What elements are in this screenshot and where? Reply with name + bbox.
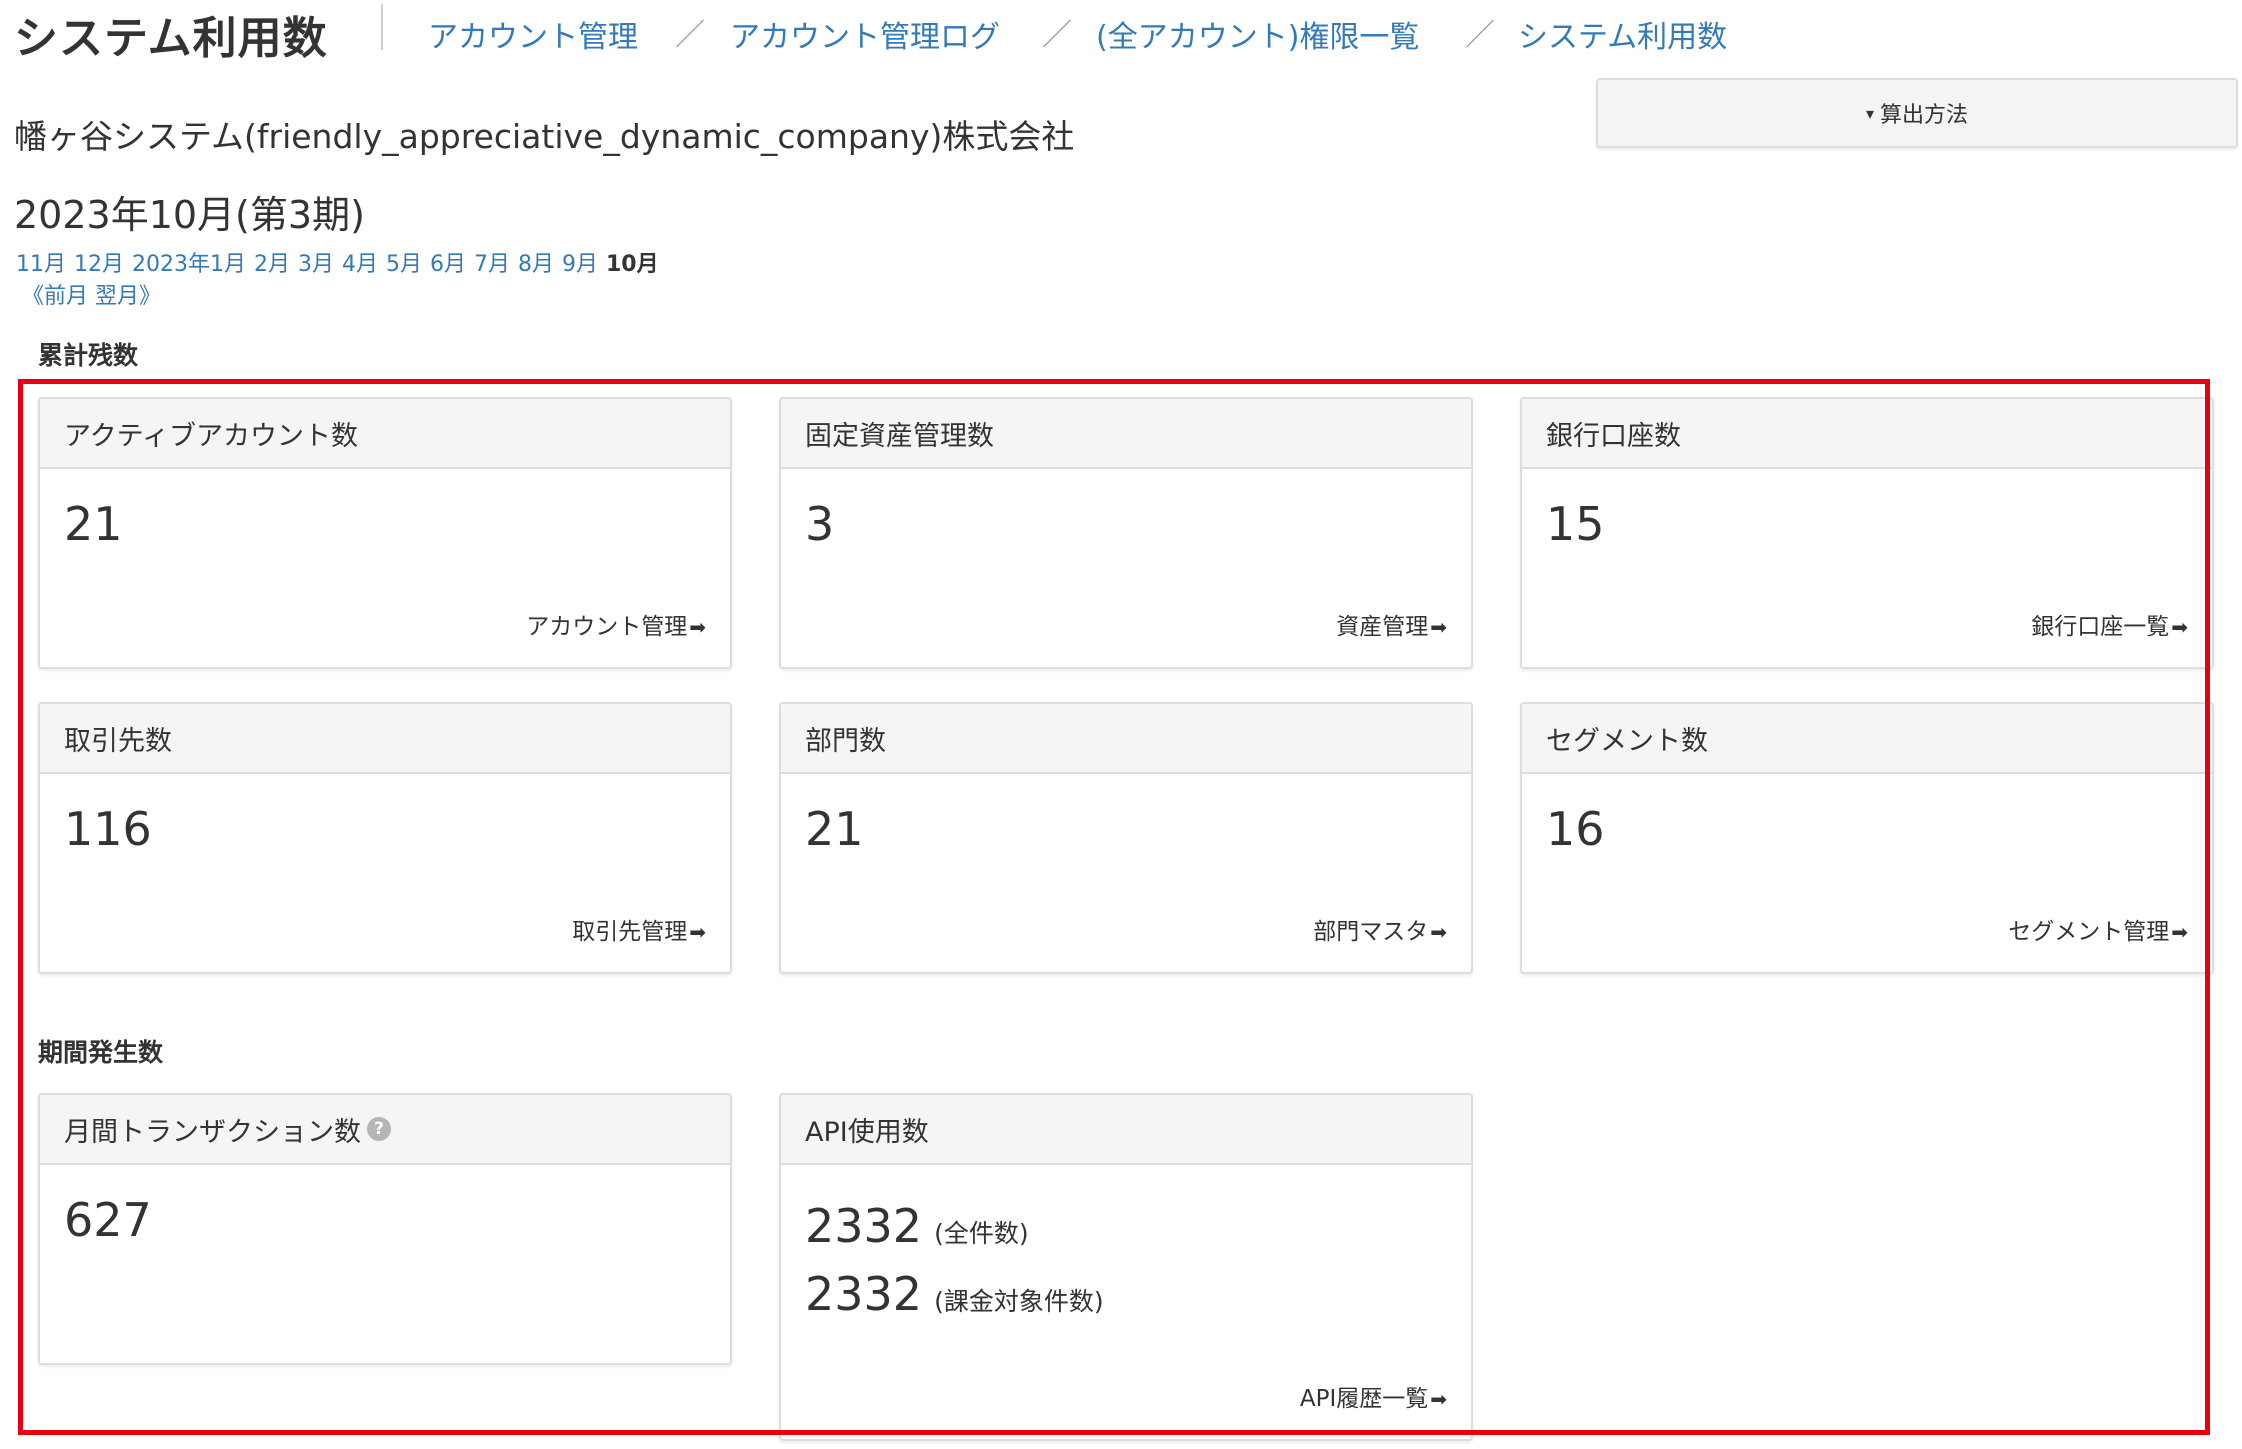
breadcrumb-permission-list[interactable]: (全アカウント)権限一覧 xyxy=(1096,12,1419,56)
section-title-cumulative: 累計残数 xyxy=(38,341,139,370)
company-name: 幡ヶ谷システム(friendly_appreciative_dynamic_co… xyxy=(14,117,1075,156)
month-link[interactable]: 9月 xyxy=(562,252,598,277)
caret-down-icon: ▾ xyxy=(1865,103,1874,123)
month-link[interactable]: 3月 xyxy=(298,252,334,277)
prev-next-open: 《 xyxy=(22,284,45,309)
prev-month-link[interactable]: 前月 xyxy=(44,284,88,309)
month-link[interactable]: 11月 xyxy=(16,252,66,277)
page-title: システム利用数 xyxy=(14,13,328,64)
period-label: 2023年10月(第3期) xyxy=(14,193,365,237)
month-link[interactable]: 12月 xyxy=(74,252,124,277)
month-link[interactable]: 7月 xyxy=(474,252,510,277)
current-month: 10月 xyxy=(606,252,659,277)
breadcrumb-system-usage[interactable]: システム利用数 xyxy=(1518,12,1727,56)
month-link[interactable]: 4月 xyxy=(342,252,378,277)
month-link[interactable]: 2月 xyxy=(254,252,290,277)
calc-method-label: 算出方法 xyxy=(1880,103,1969,128)
breadcrumb-separator: ／ xyxy=(675,18,705,53)
breadcrumb-separator: ／ xyxy=(1042,18,1072,53)
title-divider xyxy=(381,4,383,50)
breadcrumb-account-management[interactable]: アカウント管理 xyxy=(428,12,638,56)
month-link[interactable]: 6月 xyxy=(430,252,466,277)
highlight-frame xyxy=(18,379,2210,1435)
month-link[interactable]: 8月 xyxy=(518,252,554,277)
breadcrumb-separator: ／ xyxy=(1465,18,1495,53)
month-link[interactable]: 5月 xyxy=(386,252,422,277)
month-nav: 11月 12月 2023年1月 2月 3月 4月 5月 6月 7月 8月 9月 10月 xyxy=(16,246,667,278)
calc-method-button[interactable]: ▾ 算出方法 xyxy=(1596,78,2238,148)
month-link[interactable]: 2023年1月 xyxy=(132,252,246,277)
next-month-link[interactable]: 翌月 xyxy=(95,284,139,309)
breadcrumb-account-log[interactable]: アカウント管理ログ xyxy=(730,12,1000,56)
prev-next-nav: 《前月 翌月》 xyxy=(22,278,161,310)
prev-next-close: 》 xyxy=(139,284,162,309)
